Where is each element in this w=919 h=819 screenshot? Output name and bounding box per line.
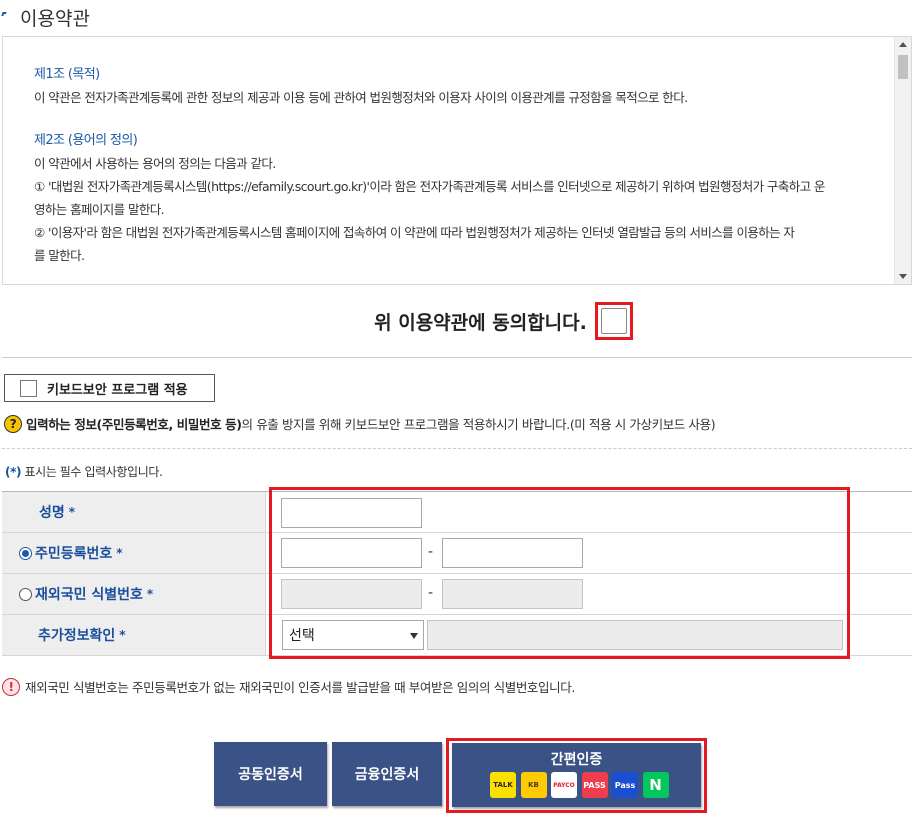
- extra-info-label: 추가정보확인: [38, 628, 116, 644]
- kb-icon: KB: [520, 772, 547, 798]
- article-1-title: 제1조 (목적): [34, 67, 100, 82]
- scroll-thumb[interactable]: [898, 55, 908, 79]
- finance-cert-label: 금융인증서: [354, 767, 420, 783]
- exclamation-icon: !: [2, 677, 20, 696]
- dashed-divider: [2, 448, 912, 449]
- required-mark: *: [119, 628, 126, 642]
- rrn-back-input[interactable]: [442, 538, 583, 568]
- samsung-pass-icon: Pass: [612, 772, 638, 798]
- article-2-item-2b: 를 말한다.: [34, 248, 85, 263]
- name-label: 성명: [39, 505, 65, 521]
- finance-cert-button[interactable]: 금융인증서: [332, 742, 442, 806]
- required-mark: *: [146, 587, 154, 601]
- keyboard-security-button[interactable]: 키보드보안 프로그램 적용: [4, 374, 215, 402]
- joint-cert-label: 공동인증서: [238, 767, 303, 783]
- rrn-label: 주민등록번호: [35, 546, 113, 562]
- name-label-cell: 성명 *: [2, 492, 266, 532]
- easy-auth-button[interactable]: 간편인증 TALK KB PAYCO PASS Pass N: [452, 743, 701, 807]
- rrn-label-cell[interactable]: 주민등록번호 *: [2, 533, 266, 573]
- terms-scrollbar[interactable]: [894, 37, 911, 284]
- rrn-radio[interactable]: [19, 546, 32, 560]
- agree-highlight: [594, 302, 633, 340]
- keyboard-security-label: 키보드보안 프로그램 적용: [47, 382, 188, 398]
- identity-form: 성명 * 주민등록번호 * - 재외국민 식별번호 * - 추가정보확인 * 선택: [2, 491, 912, 656]
- extra-info-select-value: 선택: [289, 628, 315, 644]
- row-name: 성명 *: [2, 492, 912, 533]
- naver-icon: N: [642, 772, 669, 798]
- required-note: (*) 표시는 필수 입력사항입니다.: [5, 463, 163, 480]
- keyboard-security-notice: ? 입력하는 정보(주민등록번호, 비밀번호 등) 의 유출 방지를 위해 키보…: [4, 414, 716, 433]
- rrn-dash: -: [428, 544, 434, 560]
- easy-auth-highlight: 간편인증 TALK KB PAYCO PASS Pass N: [446, 738, 707, 813]
- foreign-id-dash: -: [428, 585, 434, 601]
- required-note-text: 표시는 필수 입력사항입니다.: [21, 465, 163, 479]
- extra-info-select[interactable]: 선택: [282, 620, 424, 650]
- terms-box[interactable]: 제1조 (목적) 이 약관은 전자가족관계등록에 관한 정보의 제공과 이용 등…: [2, 36, 912, 285]
- foreign-id-notice: ! 재외국민 식별번호는 주민등록번호가 없는 재외국민이 인증서를 발급받을 …: [2, 677, 575, 696]
- notice-strong-text: 입력하는 정보(주민등록번호, 비밀번호 등): [26, 417, 242, 432]
- required-star: (*): [5, 465, 22, 479]
- divider: [2, 357, 912, 358]
- required-mark: *: [116, 546, 123, 560]
- article-1-body: 이 약관은 전자가족관계등록에 관한 정보의 제공과 이용 등에 관하여 법원행…: [34, 90, 688, 105]
- agree-checkbox[interactable]: [600, 308, 627, 334]
- name-input[interactable]: [281, 498, 422, 528]
- notice-text: 의 유출 방지를 위해 키보드보안 프로그램을 적용하시기 바랍니다.(미 적용…: [241, 417, 716, 432]
- row-extra-info: 추가정보확인 * 선택: [2, 615, 912, 656]
- easy-auth-label: 간편인증: [550, 752, 603, 768]
- scroll-up-arrow-icon[interactable]: [899, 42, 907, 47]
- extra-info-label-cell: 추가정보확인 *: [2, 615, 266, 655]
- article-2-item-1a: ① '대법원 전자가족관계등록시스템(https://efamily.scour…: [34, 179, 825, 194]
- chevron-down-icon: [410, 633, 418, 639]
- article-2-intro: 이 약관에서 사용하는 용어의 정의는 다음과 같다.: [34, 156, 276, 171]
- article-2-title: 제2조 (용어의 정의): [34, 133, 138, 148]
- keyboard-security-checkbox[interactable]: [20, 379, 37, 397]
- scroll-down-arrow-icon[interactable]: [899, 274, 907, 279]
- pass-icon: PASS: [581, 772, 608, 798]
- joint-cert-button[interactable]: 공동인증서: [214, 742, 327, 806]
- article-2-item-2a: ② '이용자'라 함은 대법원 전자가족관계등록시스템 홈페이지에 접속하여 이…: [34, 225, 795, 240]
- extra-info-input: [427, 620, 843, 650]
- foreign-id-notice-text: 재외국민 식별번호는 주민등록번호가 없는 재외국민이 인증서를 발급받을 때 …: [25, 680, 575, 695]
- rrn-front-input[interactable]: [281, 538, 422, 568]
- foreign-id-label: 재외국민 식별번호: [35, 587, 143, 603]
- row-rrn: 주민등록번호 * -: [2, 533, 912, 574]
- required-mark: *: [68, 505, 76, 519]
- terms-content: 제1조 (목적) 이 약관은 전자가족관계등록에 관한 정보의 제공과 이용 등…: [3, 37, 911, 267]
- section-marker-icon: [1, 11, 7, 16]
- foreign-id-back-input: [442, 579, 583, 609]
- foreign-id-label-cell[interactable]: 재외국민 식별번호 *: [2, 574, 266, 614]
- section-title-text: 이용약관: [20, 8, 90, 30]
- agree-row: 위 이용약관에 동의합니다.: [0, 302, 912, 340]
- question-icon: ?: [4, 414, 22, 433]
- article-2-item-1b: 영하는 홈페이지를 말한다.: [34, 202, 165, 217]
- easy-auth-providers: TALK KB PAYCO PASS Pass N: [490, 772, 673, 798]
- payco-icon: PAYCO: [551, 772, 577, 798]
- row-foreign-id: 재외국민 식별번호 * -: [2, 574, 912, 615]
- kakaotalk-icon: TALK: [490, 772, 516, 798]
- section-title: 이용약관: [1, 4, 90, 31]
- agree-label: 위 이용약관에 동의합니다.: [374, 311, 587, 334]
- foreign-id-radio[interactable]: [19, 587, 32, 601]
- foreign-id-front-input: [281, 579, 422, 609]
